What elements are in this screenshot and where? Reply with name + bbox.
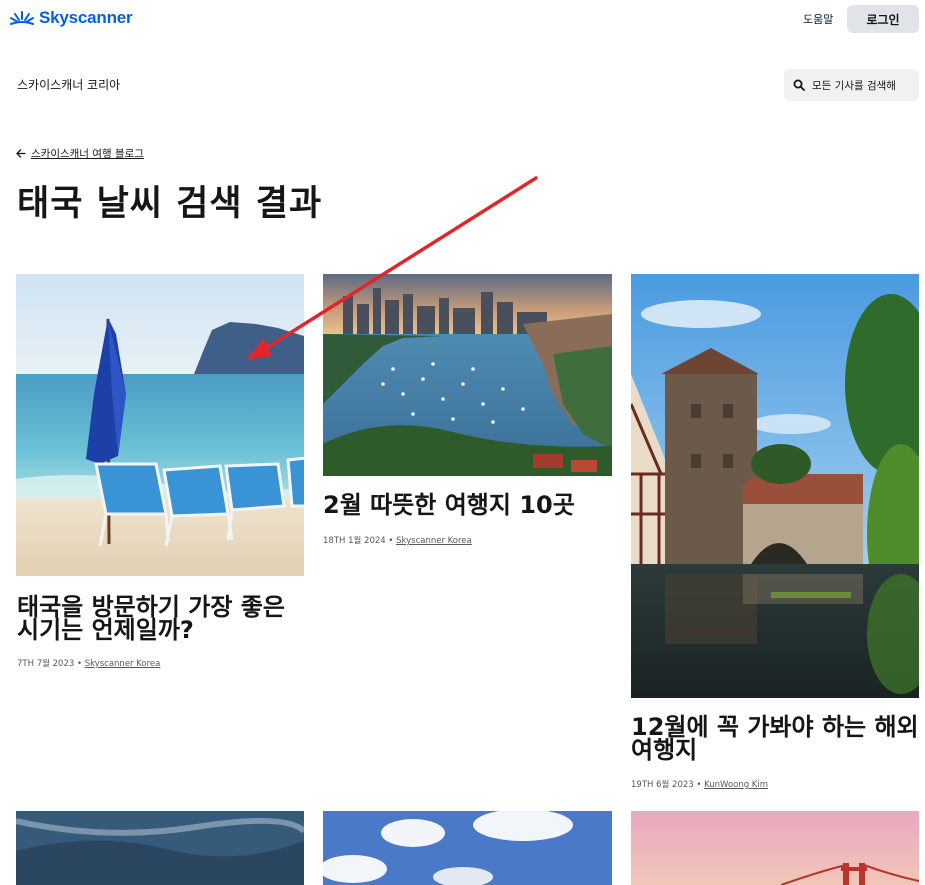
meta-separator: • xyxy=(76,659,82,669)
article-date: 7TH 7월 2023 xyxy=(17,659,75,669)
login-button[interactable]: 로그인 xyxy=(847,5,919,33)
article-author-link[interactable]: KunWoong Kim xyxy=(704,780,768,790)
breadcrumb-link[interactable]: 스카이스캐너 여행 블로그 xyxy=(31,146,144,161)
meta-separator: • xyxy=(696,780,702,790)
meta-separator: • xyxy=(388,536,394,546)
site-title[interactable]: 스카이스캐너 코리아 xyxy=(17,76,120,93)
sunrise-logo-icon xyxy=(10,11,34,25)
article-image-clouds-blue[interactable] xyxy=(323,811,612,885)
article-title[interactable]: 태국을 방문하기 가장 좋은 시기는 언제일까? xyxy=(17,595,297,642)
article-image-sydney[interactable] xyxy=(323,274,612,476)
article-image-golden-gate[interactable] xyxy=(631,811,919,885)
search-articles-button[interactable]: 모든 기사를 검색해 xyxy=(784,69,919,101)
article-meta: 7TH 7월 2023 • Skyscanner Korea xyxy=(17,657,160,669)
search-icon xyxy=(793,79,805,91)
article-title[interactable]: 2월 따뜻한 여행지 10곳 xyxy=(323,493,612,517)
brand-name: Skyscanner xyxy=(39,8,133,27)
search-label: 모든 기사를 검색해 xyxy=(812,79,896,92)
article-title[interactable]: 12월에 꼭 가봐야 하는 해외여행지 xyxy=(631,715,919,762)
skyscanner-logo[interactable]: Skyscanner xyxy=(9,8,133,28)
article-meta: 19TH 6월 2023 • KunWoong Kim xyxy=(631,778,768,790)
article-date: 18TH 1월 2024 xyxy=(323,536,386,546)
article-meta: 18TH 1월 2024 • Skyscanner Korea xyxy=(323,534,472,546)
page-title: 태국 날씨 검색 결과 xyxy=(17,184,323,224)
article-image-beach[interactable] xyxy=(16,274,304,576)
article-author-link[interactable]: Skyscanner Korea xyxy=(396,536,472,546)
breadcrumb[interactable]: 스카이스캐너 여행 블로그 xyxy=(16,146,144,161)
arrow-left-icon xyxy=(16,149,26,158)
article-image-clouds-dark[interactable] xyxy=(16,811,304,885)
article-image-nuremberg[interactable] xyxy=(631,274,919,698)
article-date: 19TH 6월 2023 xyxy=(631,780,694,790)
article-author-link[interactable]: Skyscanner Korea xyxy=(85,659,161,669)
help-link[interactable]: 도움말 xyxy=(803,11,833,27)
top-navigation-bar: Skyscanner 도움말 로그인 xyxy=(0,0,925,38)
